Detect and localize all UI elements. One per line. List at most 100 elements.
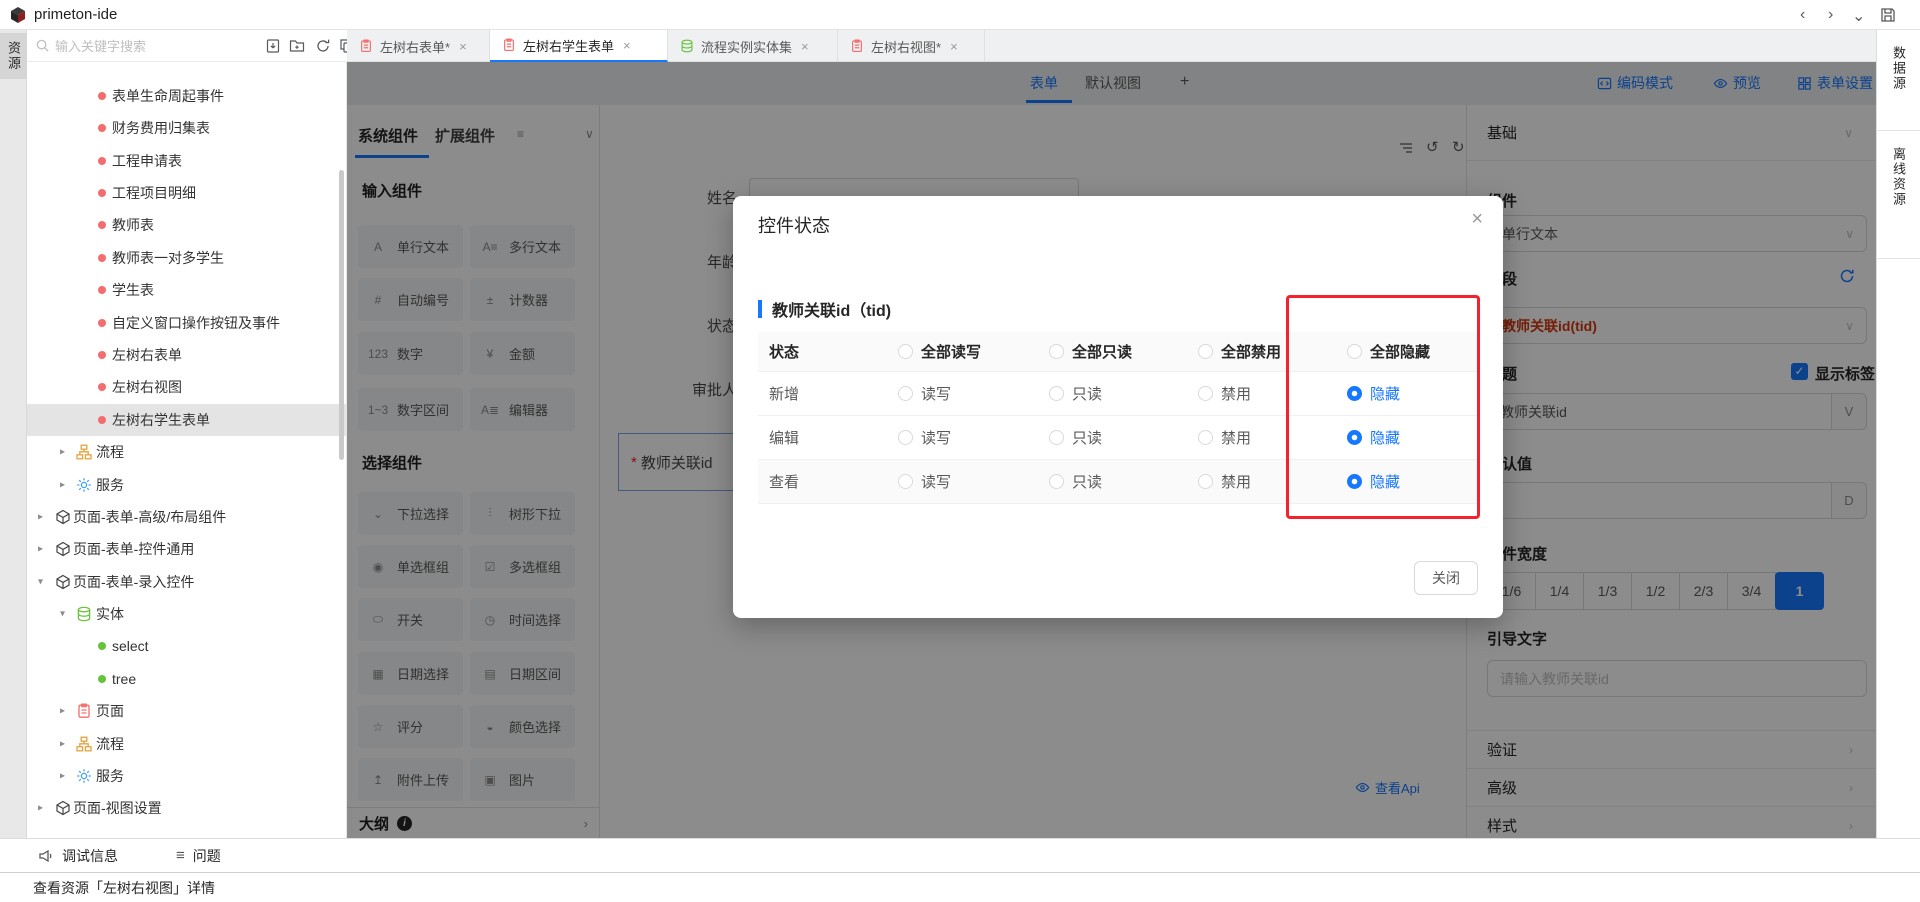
section-title: 教师关联id（tid) xyxy=(772,297,891,321)
radio-all-readwrite[interactable] xyxy=(898,344,913,359)
debug-info-tab[interactable]: 调试信息 xyxy=(38,846,118,866)
radio-readonly[interactable] xyxy=(1049,430,1064,445)
list-icon: ≡ xyxy=(176,847,185,864)
chevron-right-icon[interactable]: ▸ xyxy=(38,803,43,814)
rail-tab-offline-resources[interactable]: 离线资源 xyxy=(1889,147,1908,212)
tree-item[interactable]: 教师表一对多学生 xyxy=(27,242,346,274)
tree-item[interactable]: ▸服务 xyxy=(27,469,346,501)
radio-readwrite[interactable] xyxy=(898,386,913,401)
save-icon[interactable] xyxy=(1880,7,1896,23)
tree-item[interactable]: 工程申请表 xyxy=(27,145,346,177)
tree-item[interactable]: 工程项目明细 xyxy=(27,177,346,209)
problems-tab[interactable]: ≡ 问题 xyxy=(176,846,221,866)
table-row-view: 查看 读写 只读 禁用 隐藏 xyxy=(758,460,1478,504)
radio-readonly[interactable] xyxy=(1049,386,1064,401)
radio-all-hidden[interactable] xyxy=(1347,344,1362,359)
red-dot-icon xyxy=(98,189,106,197)
tree-item[interactable]: ▸流程 xyxy=(27,436,346,468)
search-icon xyxy=(35,38,50,53)
tree-item[interactable]: 财务费用归集表 xyxy=(27,112,346,144)
tree-item[interactable]: select xyxy=(27,630,346,662)
radio-disabled[interactable] xyxy=(1198,474,1213,489)
scrollbar-thumb[interactable] xyxy=(339,170,344,460)
red-dot-icon xyxy=(98,383,106,391)
radio-all-disabled[interactable] xyxy=(1198,344,1213,359)
chevron-down-icon[interactable]: ⌄ xyxy=(1852,6,1865,26)
tree-item-selected[interactable]: 左树右学生表单 xyxy=(27,404,346,436)
tree-item[interactable]: tree xyxy=(27,663,346,695)
radio-readwrite[interactable] xyxy=(898,430,913,445)
new-folder-icon[interactable] xyxy=(289,38,305,54)
tree-item[interactable]: ▸页面 xyxy=(27,695,346,727)
tab-label: 左树右视图* xyxy=(871,37,941,56)
close-icon[interactable]: × xyxy=(1471,208,1483,231)
radio-hidden-selected[interactable] xyxy=(1347,386,1362,401)
chevron-down-icon[interactable]: ▾ xyxy=(60,609,65,620)
sidebar-tab-resources[interactable]: 资源 xyxy=(0,33,27,79)
import-icon[interactable] xyxy=(265,38,281,54)
editor-tab-active[interactable]: 左树右学生表单 × xyxy=(490,30,668,62)
refresh-icon[interactable] xyxy=(315,38,331,54)
tree-item[interactable]: 左树右表单 xyxy=(27,339,346,371)
close-button[interactable]: 关闭 xyxy=(1414,561,1478,595)
close-icon[interactable]: × xyxy=(623,38,631,53)
app-window: primeton-ide ‹ › ⌄ 资源 左树右表单* × 左树右学生表单 × xyxy=(0,0,1920,902)
chevron-right-icon[interactable]: ▸ xyxy=(60,480,65,491)
resource-tree: 表单生命周起事件 财务费用归集表 工程申请表 工程项目明细 教师表 教师表一对多… xyxy=(27,62,347,838)
editor-tab[interactable]: 左树右视图* × xyxy=(838,30,985,62)
editor-tab[interactable]: 流程实例实体集 × xyxy=(668,30,838,62)
back-icon[interactable]: ‹ xyxy=(1800,6,1805,24)
close-icon[interactable]: × xyxy=(459,39,467,54)
radio-readwrite[interactable] xyxy=(898,474,913,489)
tree-item[interactable]: 左树右视图 xyxy=(27,371,346,403)
radio-disabled[interactable] xyxy=(1198,430,1213,445)
tab-label: 左树右学生表单 xyxy=(523,36,614,55)
chevron-right-icon[interactable]: ▸ xyxy=(60,771,65,782)
radio-disabled[interactable] xyxy=(1198,386,1213,401)
radio-all-readonly[interactable] xyxy=(1049,344,1064,359)
tree-item[interactable]: ▸页面-表单-高级/布局组件 xyxy=(27,501,346,533)
close-icon[interactable]: × xyxy=(950,39,958,54)
tree-item[interactable]: ▸页面-视图设置 xyxy=(27,792,346,824)
tree-item[interactable]: ▸流程 xyxy=(27,728,346,760)
radio-hidden-selected[interactable] xyxy=(1347,430,1362,445)
red-dot-icon xyxy=(98,286,106,294)
tree-item[interactable]: 教师表 xyxy=(27,209,346,241)
column-header: 全部隐藏 xyxy=(1370,341,1430,362)
chevron-right-icon[interactable]: ▸ xyxy=(60,739,65,750)
tree-item[interactable]: ▸服务 xyxy=(27,760,346,792)
chevron-right-icon[interactable]: ▸ xyxy=(60,447,65,458)
search-input[interactable] xyxy=(55,34,255,58)
chevron-down-icon[interactable]: ▾ xyxy=(38,577,43,588)
app-logo-icon xyxy=(8,5,28,25)
megaphone-icon xyxy=(38,848,54,864)
cube-icon xyxy=(55,541,71,557)
forward-icon[interactable]: › xyxy=(1828,6,1833,24)
editor-tab[interactable]: 左树右表单* × xyxy=(347,30,490,62)
radio-readonly[interactable] xyxy=(1049,474,1064,489)
search-bar xyxy=(27,30,347,62)
tree-item[interactable]: 学生表 xyxy=(27,274,346,306)
close-icon[interactable]: × xyxy=(801,39,809,54)
tree-item[interactable]: 表单生命周起事件 xyxy=(27,80,346,112)
tree-item[interactable]: ▸页面-表单-控件通用 xyxy=(27,533,346,565)
tree-item[interactable]: ▾页面-表单-录入控件 xyxy=(27,566,346,598)
rail-tab-datasource[interactable]: 数据源 xyxy=(1889,46,1908,96)
table-row-edit: 编辑 读写 只读 禁用 隐藏 xyxy=(758,416,1478,460)
chevron-right-icon[interactable]: ▸ xyxy=(38,512,43,523)
chevron-right-icon[interactable]: ▸ xyxy=(38,544,43,555)
form-icon xyxy=(359,39,373,53)
table-header-row: 状态 全部读写 全部只读 全部禁用 全部隐藏 xyxy=(758,332,1478,372)
tree-item[interactable]: ▾实体 xyxy=(27,598,346,630)
divider xyxy=(1877,258,1920,259)
gear-icon xyxy=(76,477,92,493)
dialog-title: 控件状态 xyxy=(758,212,830,238)
column-header: 全部只读 xyxy=(1072,341,1132,362)
resources-tab-label: 资源 xyxy=(4,41,23,71)
row-label: 新增 xyxy=(758,383,898,404)
radio-hidden-selected[interactable] xyxy=(1347,474,1362,489)
title-bar: primeton-ide ‹ › ⌄ xyxy=(0,0,1920,30)
tree-item[interactable]: 自定义窗口操作按钮及事件 xyxy=(27,307,346,339)
chevron-right-icon[interactable]: ▸ xyxy=(60,706,65,717)
flow-icon xyxy=(76,736,92,752)
